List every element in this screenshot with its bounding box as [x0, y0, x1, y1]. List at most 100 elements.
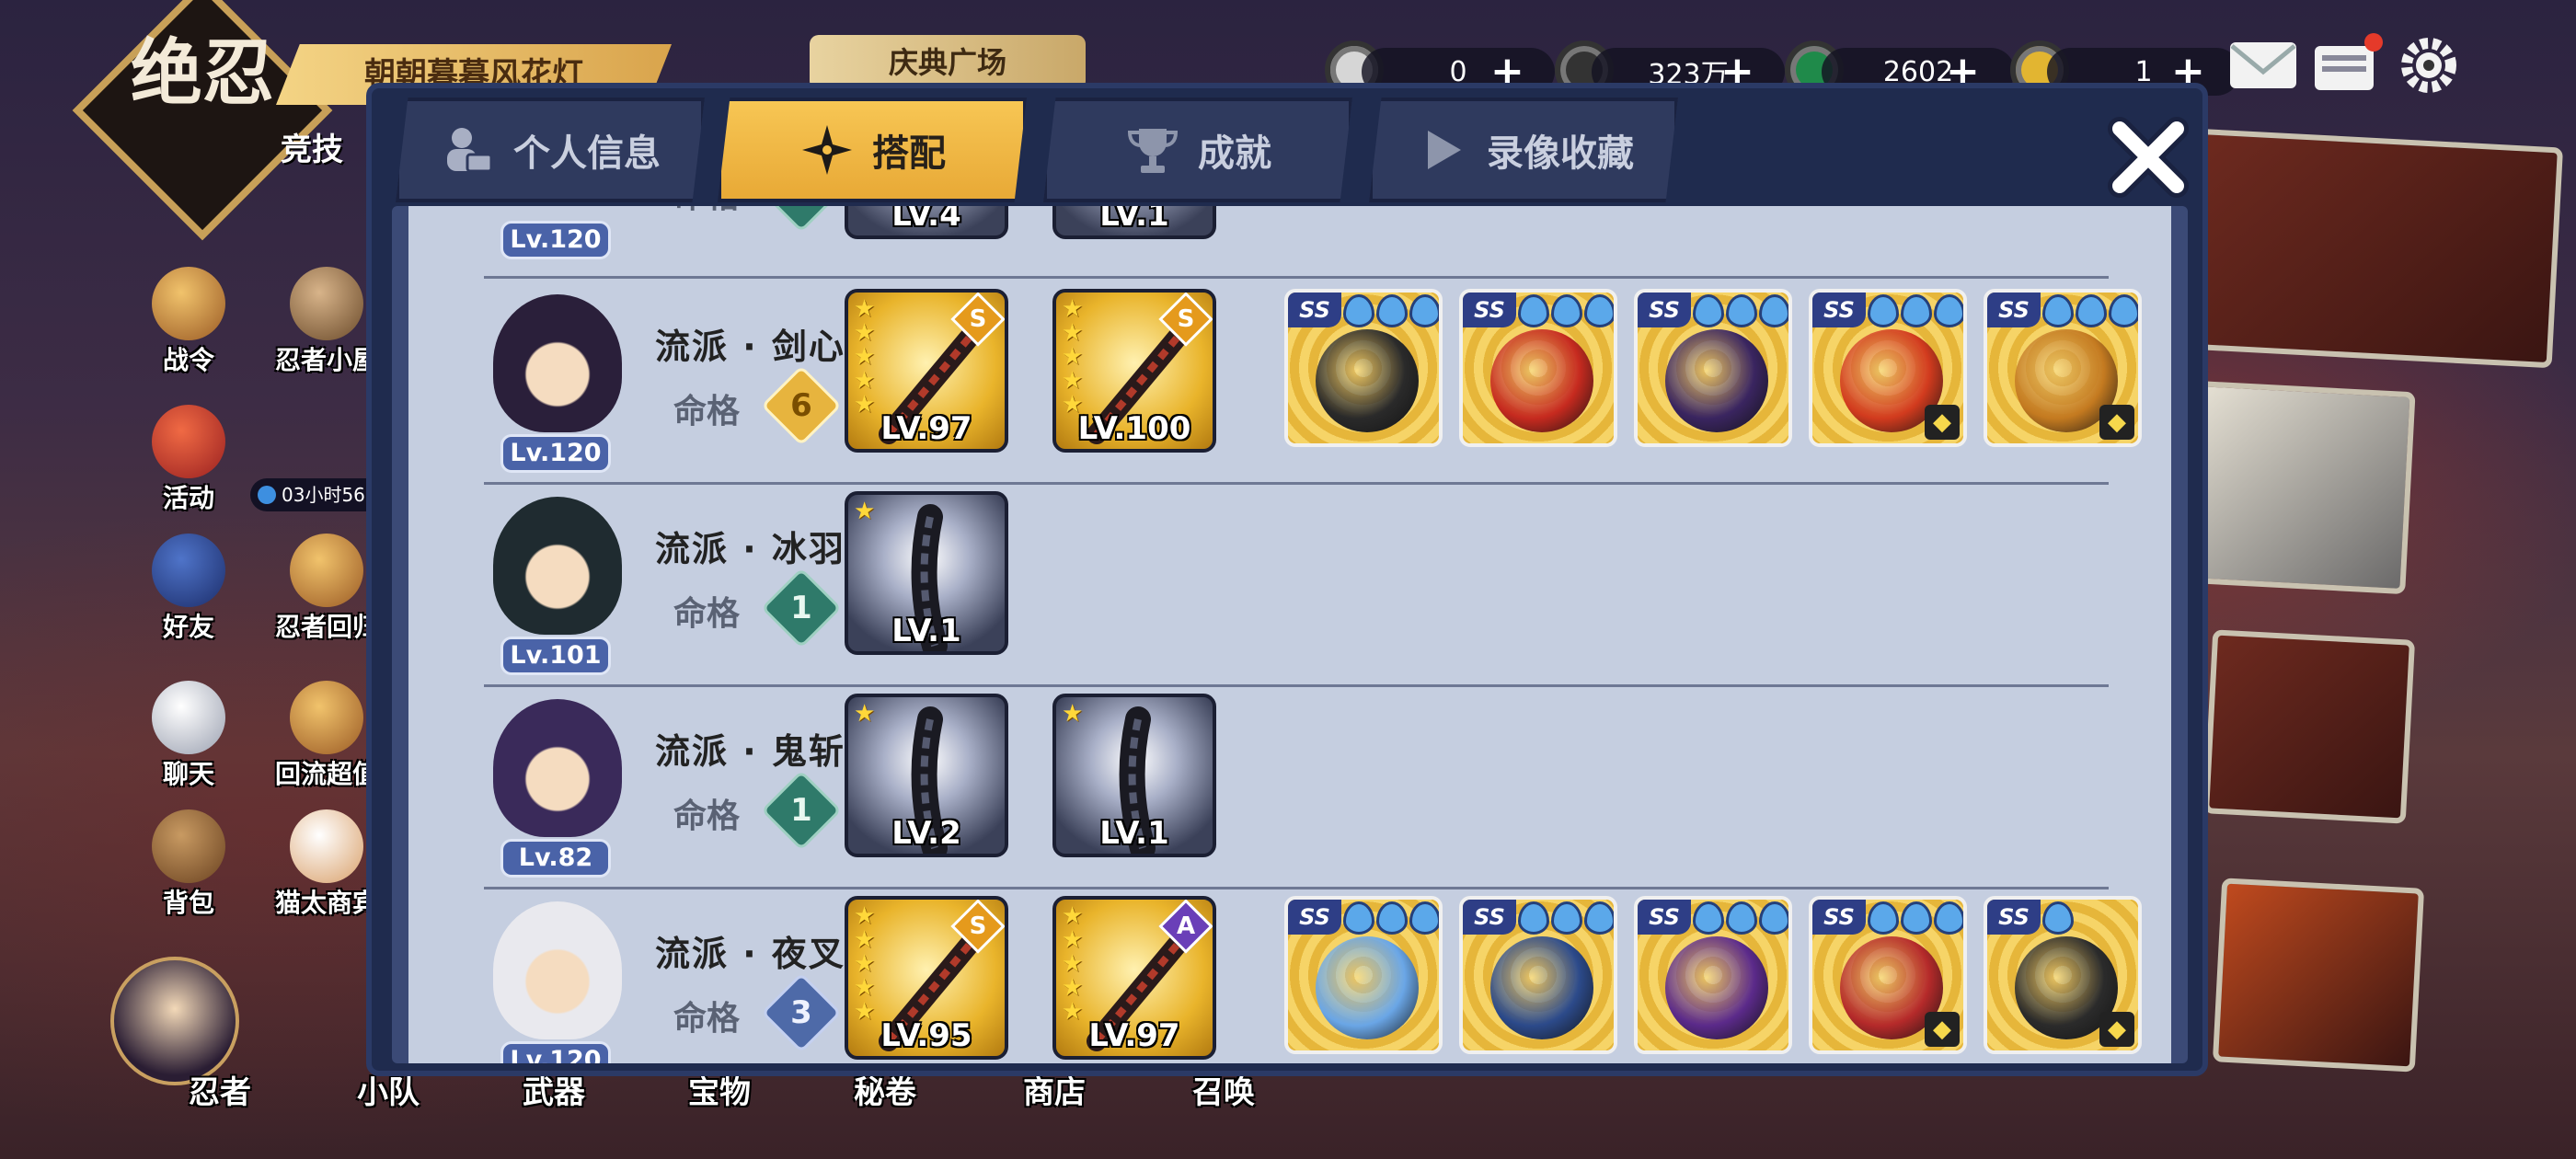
clock-icon — [258, 486, 276, 504]
fate-value: 1 — [773, 206, 830, 221]
tier-badge: SS — [1463, 900, 1516, 935]
loadout-list[interactable]: Lv.120 命格 1 LV.4 LV.1 Lv.120流派 · 剑心命格6★★… — [392, 206, 2188, 1063]
drop-icon — [1376, 901, 1408, 935]
scroll-card[interactable]: SS — [1284, 289, 1443, 447]
awaken-drops — [1693, 901, 1788, 935]
tab-personal-info[interactable]: 个人信息 — [396, 98, 705, 202]
tier-badge: SS — [1463, 293, 1516, 327]
school-name: 流派 · 鬼斩 — [655, 731, 845, 772]
star-icon: ★ — [1062, 319, 1084, 347]
promo-card-low[interactable] — [2202, 629, 2416, 824]
mail-icon[interactable] — [2226, 33, 2300, 98]
friend-ninja-icon — [152, 534, 225, 607]
drop-icon — [1693, 294, 1724, 327]
drop-icon — [1409, 901, 1439, 935]
weapon-slot[interactable]: ★ ★ ★ ★ ★ S LV.97 — [845, 289, 1008, 453]
drop-icon — [1518, 901, 1549, 935]
weapon-slot[interactable]: LV.4 — [845, 206, 1008, 239]
fate-value: 1 — [790, 792, 812, 829]
shuriken-icon — [799, 121, 856, 178]
star-icon: ★ — [1062, 700, 1084, 728]
fate-value: 6 — [790, 387, 812, 424]
tab-label: 录像收藏 — [1487, 132, 1634, 175]
scroll-card[interactable]: SS — [1634, 289, 1792, 447]
weapon-slot[interactable]: ★ ★ ★ ★ ★ S LV.100 — [1052, 289, 1216, 453]
scroll-art — [1665, 936, 1768, 1039]
weapon-slot[interactable]: LV.1 — [1052, 206, 1216, 239]
weapon-level: LV.1 — [891, 613, 961, 649]
ninja-avatar[interactable] — [493, 901, 622, 1039]
weapon-slot[interactable]: ★ ★ ★ ★ ★ S LV.95 — [845, 896, 1008, 1060]
side-item-label: 战令 — [162, 345, 214, 375]
weapon-slot[interactable]: ★ LV.1 — [845, 491, 1008, 655]
star-icon: ★ — [854, 902, 876, 930]
scroll-card[interactable]: SS — [1284, 896, 1443, 1054]
ninja-avatar[interactable] — [493, 294, 622, 432]
school-name: 流派 · 冰羽 — [655, 529, 845, 569]
equipped-tag-icon: ◆ — [1925, 405, 1960, 440]
scroll-card[interactable]: SS — [1459, 896, 1617, 1054]
fate-label: 命格 — [673, 798, 741, 835]
star-rating: ★ — [854, 700, 876, 728]
side-item-events[interactable]: 活动 — [120, 405, 258, 515]
awaken-drops — [1693, 294, 1788, 327]
scroll-card[interactable]: SS ◆ — [1984, 896, 2142, 1054]
ninja-avatar-portrait[interactable] — [110, 957, 239, 1085]
tab-achievements[interactable]: 成就 — [1043, 98, 1352, 202]
drop-icon — [1934, 901, 1963, 935]
side-item-friends[interactable]: 好友 — [120, 534, 258, 644]
weapon-level: LV.95 — [880, 1017, 972, 1054]
scroll-card[interactable]: SS ◆ — [1809, 896, 1967, 1054]
weapon-level: LV.4 — [891, 206, 961, 234]
tab-loadout[interactable]: 搭配 — [718, 98, 1027, 202]
close-button[interactable] — [2098, 107, 2199, 208]
side-item-chat[interactable]: 聊天 — [120, 681, 258, 791]
loadout-row-partial: Lv.120 命格 1 LV.4 LV.1 — [408, 206, 2171, 270]
celebration-plaza-banner[interactable]: 庆典广场 — [810, 35, 1086, 90]
settings-gear-icon[interactable] — [2392, 33, 2466, 98]
arena-label[interactable]: 竞技 — [281, 124, 343, 169]
nav-ninja[interactable]: 忍者 — [189, 1067, 251, 1112]
announcement-icon[interactable] — [2309, 33, 2383, 98]
equipped-tag-icon: ◆ — [1925, 1012, 1960, 1047]
scroll-art — [1665, 329, 1768, 432]
star-rating: ★ — [1062, 700, 1084, 728]
tier-badge: SS — [1638, 900, 1691, 935]
promo-card-mid[interactable] — [2184, 380, 2416, 595]
equipped-tag-icon: ◆ — [2099, 405, 2134, 440]
loadout-row: Lv.120 流派 · 夜叉 命格 3 ★ ★ ★ ★ ★ S LV.95 ★ ★ ★ ★ ★ A LV.97 SS… — [408, 889, 2171, 1063]
weapon-level: LV.97 — [880, 410, 972, 447]
scroll-card[interactable]: SS ◆ — [1809, 289, 1967, 447]
drop-icon — [1901, 901, 1932, 935]
torii-gate-icon — [152, 405, 225, 478]
scroll-card[interactable]: SS ◆ — [1984, 289, 2142, 447]
star-icon: ★ — [854, 926, 876, 954]
level-badge: Lv.120 — [500, 434, 611, 473]
star-icon: ★ — [854, 700, 876, 728]
promo-card-top[interactable] — [2183, 128, 2564, 369]
star-icon: ★ — [1062, 926, 1084, 954]
tab-replay-favorites[interactable]: 录像收藏 — [1369, 98, 1678, 202]
row-divider — [484, 276, 2109, 279]
promo-card-bottom[interactable] — [2212, 878, 2425, 1073]
ninja-avatar[interactable] — [493, 699, 622, 837]
star-icon: ★ — [1062, 974, 1084, 1002]
star-rating: ★ ★ ★ ★ ★ — [854, 902, 876, 1024]
side-item-battle-pass[interactable]: 战令 — [120, 267, 258, 377]
fate-label: 命格 — [673, 1000, 741, 1038]
ninja-avatar[interactable] — [493, 497, 622, 635]
weapon-slot[interactable]: ★ LV.1 — [1052, 694, 1216, 857]
drop-icon — [1868, 294, 1899, 327]
tier-badge: SS — [1987, 900, 2041, 935]
side-item-backpack[interactable]: 背包 — [120, 809, 258, 920]
star-icon: ★ — [1062, 343, 1084, 371]
tab-label: 个人信息 — [513, 132, 661, 175]
drop-icon — [1551, 901, 1582, 935]
weapon-slot[interactable]: ★ ★ ★ ★ ★ A LV.97 — [1052, 896, 1216, 1060]
scroll-card[interactable]: SS — [1459, 289, 1617, 447]
awaken-drops — [1343, 294, 1439, 327]
weapon-slot[interactable]: ★ LV.2 — [845, 694, 1008, 857]
drop-icon — [1759, 901, 1788, 935]
level-badge: Lv.120 — [500, 221, 611, 259]
scroll-card[interactable]: SS — [1634, 896, 1792, 1054]
